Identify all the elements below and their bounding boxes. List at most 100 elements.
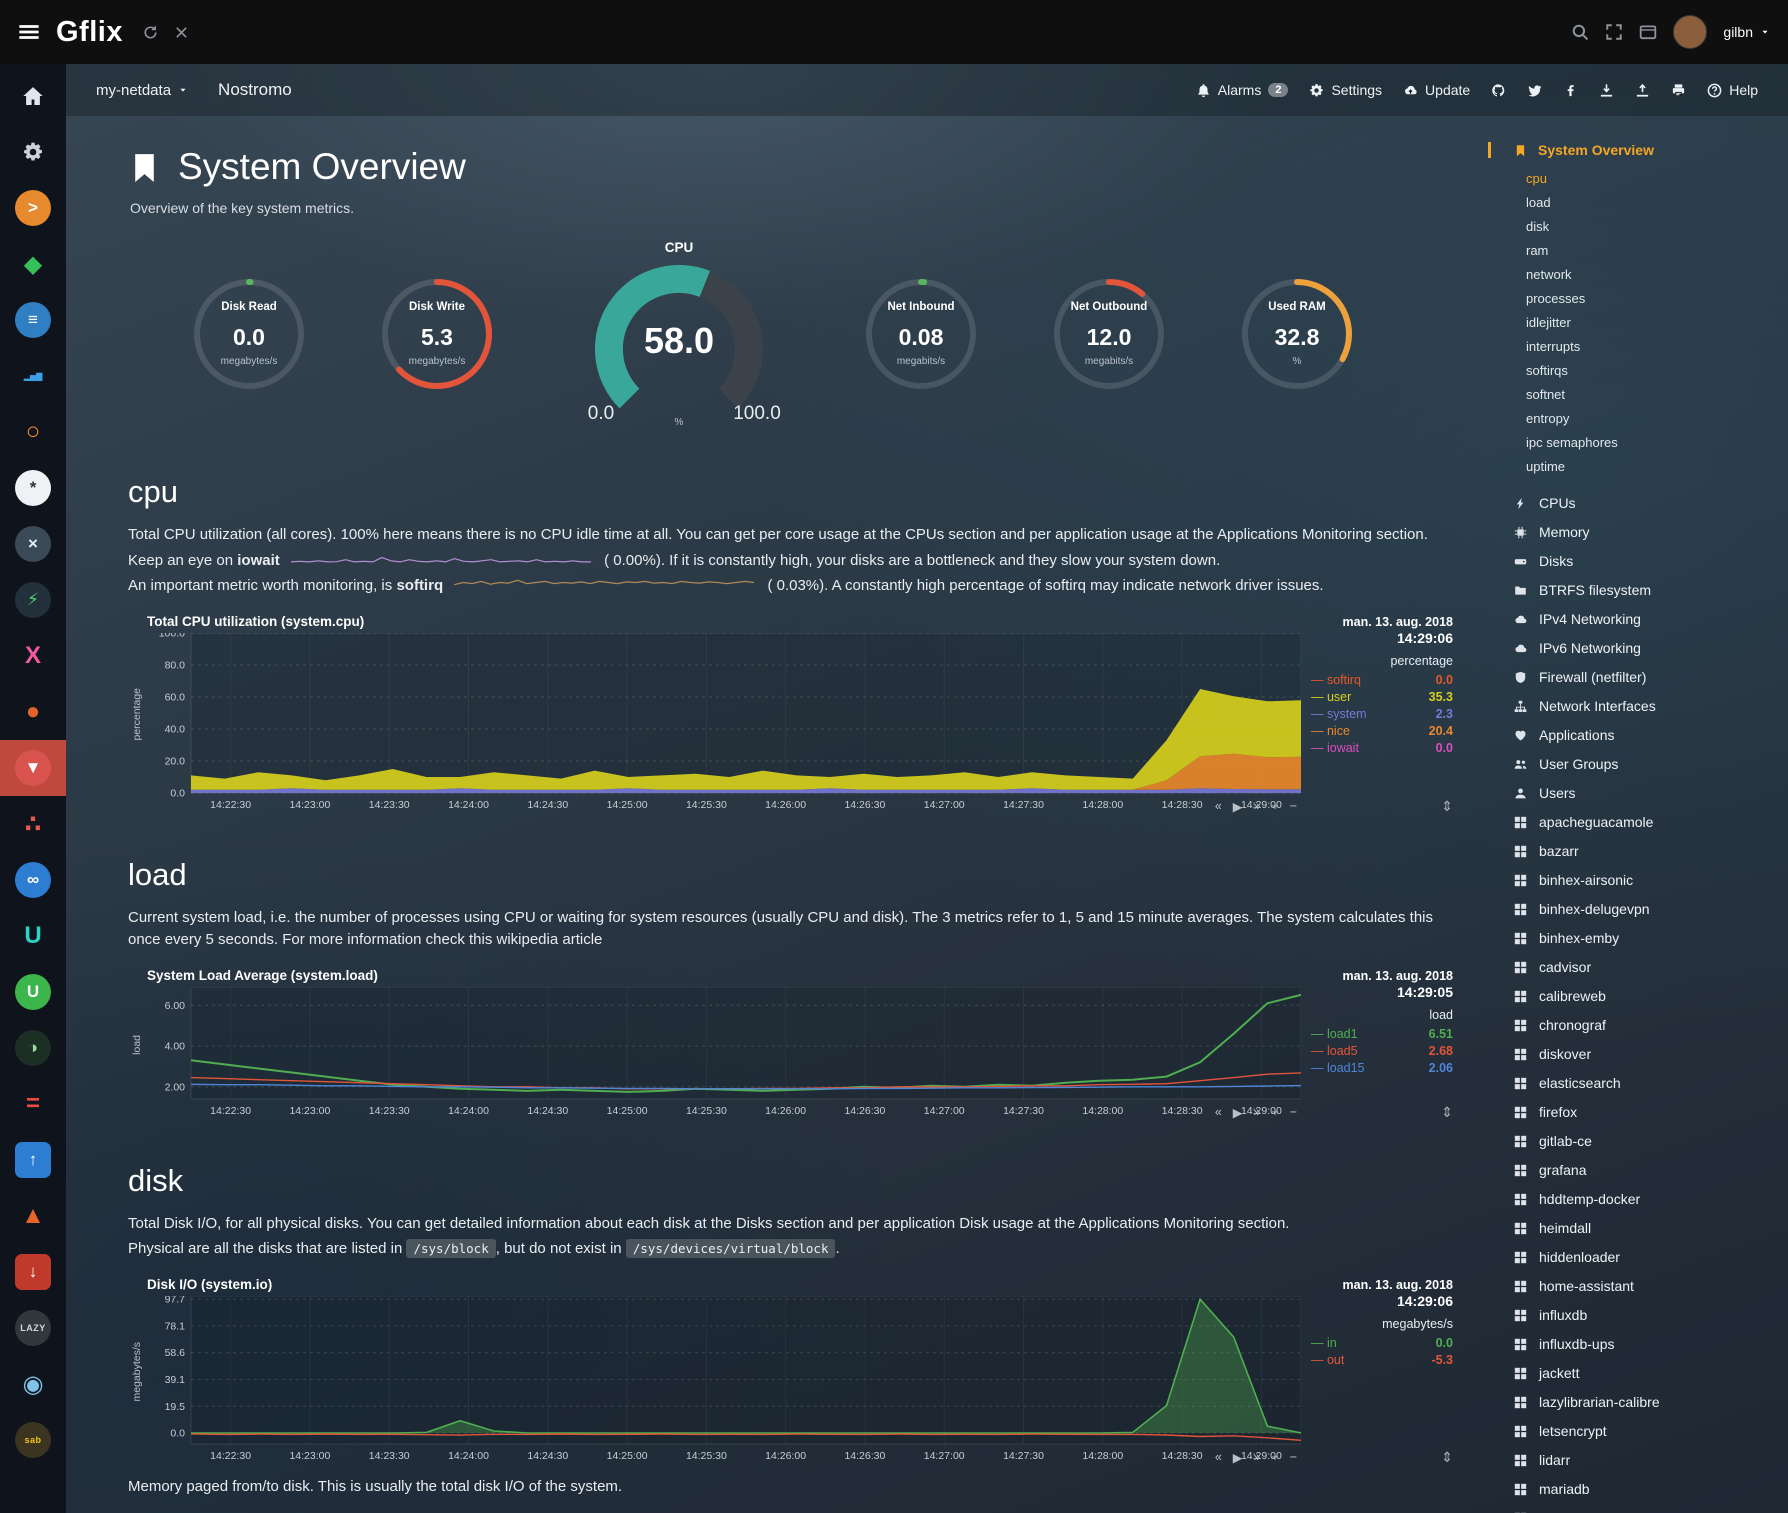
ndnav-help[interactable]: Help: [1707, 82, 1758, 98]
app-sidebar-sab[interactable]: sab: [0, 1412, 66, 1468]
menu-app-letsencrypt[interactable]: letsencrypt: [1514, 1417, 1774, 1446]
app-sidebar-pink-x[interactable]: X: [0, 628, 66, 684]
zoom-out-button[interactable]: −: [1290, 799, 1297, 814]
zoom-out-button[interactable]: −: [1290, 1105, 1297, 1120]
menu-item-softirqs[interactable]: softirqs: [1514, 359, 1774, 383]
menu-section-user-groups[interactable]: User Groups: [1514, 750, 1774, 779]
menu-app-bazarr[interactable]: bazarr: [1514, 837, 1774, 866]
ndnav-alarms[interactable]: Alarms2: [1196, 82, 1289, 98]
menu-app-home-assistant[interactable]: home-assistant: [1514, 1272, 1774, 1301]
legend-load5[interactable]: — load52.68: [1311, 1043, 1453, 1060]
ndnav-github[interactable]: [1491, 83, 1506, 98]
zoom-in-button[interactable]: +: [1271, 1105, 1278, 1120]
menu-app-binhex-airsonic[interactable]: binhex-airsonic: [1514, 866, 1774, 895]
app-sidebar-pills[interactable]: =: [0, 1076, 66, 1132]
hamburger-menu-icon[interactable]: [18, 21, 40, 43]
chart-resize-handle[interactable]: ⇕: [1441, 798, 1453, 815]
menu-item-network[interactable]: network: [1514, 263, 1774, 287]
zoom-out-button[interactable]: −: [1290, 1450, 1297, 1465]
menu-item-softnet[interactable]: softnet: [1514, 383, 1774, 407]
pan-start-button[interactable]: «: [1215, 1105, 1222, 1120]
menu-app-firefox[interactable]: firefox: [1514, 1098, 1774, 1127]
app-sidebar-orange-chevron[interactable]: >: [0, 180, 66, 236]
menu-section-users[interactable]: Users: [1514, 779, 1774, 808]
play-button[interactable]: ▶: [1233, 1105, 1243, 1120]
avatar[interactable]: [1673, 15, 1707, 49]
app-sidebar-settings[interactable]: [0, 124, 66, 180]
ndnav-twitter[interactable]: [1527, 83, 1542, 98]
menu-app-influxdb-ups[interactable]: influxdb-ups: [1514, 1330, 1774, 1359]
menu-item-interrupts[interactable]: interrupts: [1514, 335, 1774, 359]
app-sidebar-netdata[interactable]: ▼: [0, 740, 66, 796]
app-sidebar-lazylibrarian[interactable]: LAZY: [0, 1300, 66, 1356]
menu-item-load[interactable]: load: [1514, 191, 1774, 215]
cpu-chart[interactable]: percentageTotal CPU utilization (system.…: [128, 614, 1478, 815]
my-netdata-dropdown[interactable]: my-netdata: [96, 82, 188, 99]
app-sidebar-blue-up[interactable]: ↑: [0, 1132, 66, 1188]
legend-nice[interactable]: — nice20.4: [1311, 723, 1453, 740]
menu-item-ipc-semaphores[interactable]: ipc semaphores: [1514, 431, 1774, 455]
menu-section-memory[interactable]: Memory: [1514, 518, 1774, 547]
menu-app-lidarr[interactable]: lidarr: [1514, 1446, 1774, 1475]
menu-app-hddtemp-docker[interactable]: hddtemp-docker: [1514, 1185, 1774, 1214]
fullscreen-icon[interactable]: [1605, 23, 1623, 41]
menu-app-apacheguacamole[interactable]: apacheguacamole: [1514, 808, 1774, 837]
app-sidebar-blue-waves[interactable]: ▂▅▇: [0, 348, 66, 404]
app-sidebar-gitlab[interactable]: ▲: [0, 1188, 66, 1244]
menu-section-disks[interactable]: Disks: [1514, 547, 1774, 576]
chart-plot-area[interactable]: 14:22:3014:23:0014:23:3014:24:0014:24:30…: [145, 633, 1301, 815]
ndnav-facebook[interactable]: [1563, 83, 1578, 98]
app-sidebar-orange-search[interactable]: ○: [0, 404, 66, 460]
menu-item-entropy[interactable]: entropy: [1514, 407, 1774, 431]
menu-section-btrfs-filesystem[interactable]: BTRFS filesystem: [1514, 576, 1774, 605]
menu-app-grafana[interactable]: grafana: [1514, 1156, 1774, 1185]
menu-item-cpu[interactable]: cpu: [1514, 167, 1774, 191]
menu-item-idlejitter[interactable]: idlejitter: [1514, 311, 1774, 335]
menu-system-overview[interactable]: System Overview: [1488, 142, 1774, 158]
pan-end-button[interactable]: »: [1253, 799, 1260, 814]
menu-app-gitlab-ce[interactable]: gitlab-ce: [1514, 1127, 1774, 1156]
app-sidebar-orange-disc[interactable]: ●: [0, 684, 66, 740]
menu-app-influxdb[interactable]: influxdb: [1514, 1301, 1774, 1330]
zoom-in-button[interactable]: +: [1271, 799, 1278, 814]
pan-start-button[interactable]: «: [1215, 1450, 1222, 1465]
menu-item-uptime[interactable]: uptime: [1514, 455, 1774, 479]
menu-app-calibreweb[interactable]: calibreweb: [1514, 982, 1774, 1011]
menu-app-binhex-emby[interactable]: binhex-emby: [1514, 924, 1774, 953]
menu-item-ram[interactable]: ram: [1514, 239, 1774, 263]
play-button[interactable]: ▶: [1233, 1450, 1243, 1465]
app-sidebar-red-down[interactable]: ↓: [0, 1244, 66, 1300]
pan-end-button[interactable]: »: [1253, 1450, 1260, 1465]
search-icon[interactable]: [1571, 23, 1589, 41]
app-sidebar-teal-u[interactable]: U: [0, 908, 66, 964]
ndnav-print[interactable]: [1671, 83, 1686, 98]
play-button[interactable]: ▶: [1233, 799, 1243, 814]
app-sidebar-red-cluster[interactable]: ∴: [0, 796, 66, 852]
menu-item-processes[interactable]: processes: [1514, 287, 1774, 311]
app-sidebar-blue-server[interactable]: ≡: [0, 292, 66, 348]
load-chart[interactable]: loadSystem Load Average (system.load)14:…: [128, 968, 1478, 1121]
menu-app-cadvisor[interactable]: cadvisor: [1514, 953, 1774, 982]
app-sidebar-blue-infinity[interactable]: ∞: [0, 852, 66, 908]
app-sidebar-white-disc[interactable]: *: [0, 460, 66, 516]
ndnav-download[interactable]: [1599, 83, 1614, 98]
chart-plot-area[interactable]: 14:22:3014:23:0014:23:3014:24:0014:24:30…: [145, 1296, 1301, 1466]
ndnav-upload[interactable]: [1635, 83, 1650, 98]
legend-softirq[interactable]: — softirq0.0: [1311, 672, 1453, 689]
menu-app-binhex-delugevpn[interactable]: binhex-delugevpn: [1514, 895, 1774, 924]
menu-section-firewall-netfilter-[interactable]: Firewall (netfilter): [1514, 663, 1774, 692]
app-sidebar-dark-x[interactable]: ×: [0, 516, 66, 572]
menu-app-chronograf[interactable]: chronograf: [1514, 1011, 1774, 1040]
legend-load15[interactable]: — load152.06: [1311, 1060, 1453, 1077]
disk-io-chart[interactable]: megabytes/sDisk I/O (system.io)14:22:301…: [128, 1277, 1478, 1466]
close-tab-icon[interactable]: [174, 25, 189, 40]
zoom-in-button[interactable]: +: [1271, 1450, 1278, 1465]
menu-app-heimdall[interactable]: heimdall: [1514, 1214, 1774, 1243]
pan-start-button[interactable]: «: [1215, 799, 1222, 814]
legend-system[interactable]: — system2.3: [1311, 706, 1453, 723]
legend-out[interactable]: — out-5.3: [1311, 1352, 1453, 1369]
app-sidebar-water-drop[interactable]: ◉: [0, 1356, 66, 1412]
chart-resize-handle[interactable]: ⇕: [1441, 1104, 1453, 1121]
menu-section-ipv6-networking[interactable]: IPv6 Networking: [1514, 634, 1774, 663]
pan-end-button[interactable]: »: [1253, 1105, 1260, 1120]
